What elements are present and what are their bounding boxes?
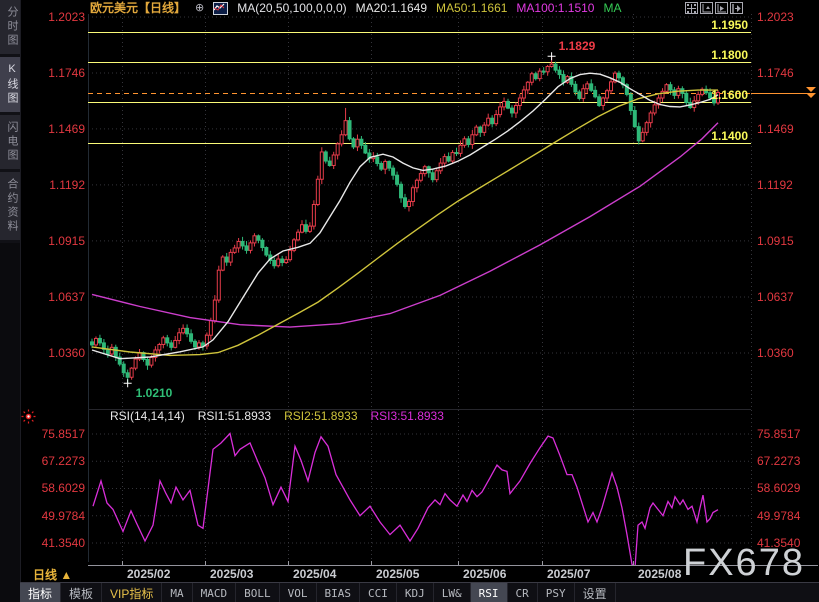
crosshair-pan-icon[interactable] xyxy=(685,2,698,14)
chart-header: 欧元美元【日线】 ⊕ MA(20,50,100,0,0,0) MA20:1.16… xyxy=(90,1,621,15)
date-label-6: 2025/07 xyxy=(547,567,590,581)
toolbar-tab-LW&[interactable]: LW& xyxy=(434,583,471,602)
price-tick-right-2: 1.1746 xyxy=(757,66,817,80)
price-tick-right-4: 1.1192 xyxy=(757,178,817,192)
x-axis-tick-7 xyxy=(633,561,634,565)
date-label-2: 2025/03 xyxy=(210,567,253,581)
x-axis-tick-1 xyxy=(122,561,123,565)
level-label-1.1950: 1.1950 xyxy=(648,18,748,32)
date-label-5: 2025/06 xyxy=(463,567,506,581)
ma-value-1: MA20:1.1649 xyxy=(356,1,427,15)
ma-value-3: MA100:1.1510 xyxy=(516,1,594,15)
toolbar-tab-PSY[interactable]: PSY xyxy=(538,583,575,602)
sidebar: 分时图K线图闪电图合约资料 xyxy=(0,0,21,602)
price-tick-right-5: 1.0915 xyxy=(757,234,817,248)
toolbar-tab-指标[interactable]: 指标 xyxy=(20,583,61,602)
price-tick-left-6: 1.0637 xyxy=(26,290,85,304)
rsi-value-2: RSI2:51.8933 xyxy=(284,409,357,424)
rsi-tick-right-3: 58.6029 xyxy=(757,481,817,495)
high-annotation: 1.1829 xyxy=(559,39,596,53)
sidebar-item-1[interactable]: 分时图 xyxy=(0,0,20,57)
toolbar-tab-VOL[interactable]: VOL xyxy=(280,583,317,602)
toolbar-tab-VIP指标[interactable]: VIP指标 xyxy=(102,583,162,602)
x-axis-tick-4 xyxy=(371,561,372,565)
price-tick-left-2: 1.1746 xyxy=(26,66,85,80)
ma-readouts: MA20:1.1649 MA50:1.1661 MA100:1.1510 MA xyxy=(356,1,622,15)
x-axis-tick-6 xyxy=(542,561,543,565)
x-axis-tick-2 xyxy=(205,561,206,565)
price-tick-right-3: 1.1469 xyxy=(757,122,817,136)
ma-indicator-icon[interactable] xyxy=(213,2,228,15)
chart-window: 分时图K线图闪电图合约资料 欧元美元【日线】 ⊕ MA(20,50,100,0,… xyxy=(0,0,819,602)
date-label-7: 2025/08 xyxy=(638,567,681,581)
date-label-3: 2025/04 xyxy=(293,567,336,581)
rsi-tick-right-1: 75.8517 xyxy=(757,427,817,441)
price-tick-right-6: 1.0637 xyxy=(757,290,817,304)
price-tick-right-7: 1.0360 xyxy=(757,346,817,360)
price-tick-left-1: 1.2023 xyxy=(26,10,85,24)
price-tick-left-7: 1.0360 xyxy=(26,346,85,360)
x-axis-tick-5 xyxy=(458,561,459,565)
rsi-value-3: RSI3:51.8933 xyxy=(371,409,444,424)
rsi-tick-right-4: 49.9784 xyxy=(757,509,817,523)
x-axis-zoom-icon[interactable] xyxy=(715,2,728,14)
date-label-1: 2025/02 xyxy=(127,567,170,581)
rsi-tick-left-3: 58.6029 xyxy=(26,481,85,495)
chart-toolbar-icons xyxy=(685,2,743,14)
rsi-value-1: RSI1:51.8933 xyxy=(198,409,271,424)
ma-formula: MA(20,50,100,0,0,0) xyxy=(237,1,346,15)
price-tick-left-3: 1.1469 xyxy=(26,122,85,136)
level-label-1.1600: 1.1600 xyxy=(648,88,748,102)
circle-plus-icon[interactable]: ⊕ xyxy=(195,1,204,15)
toolbar-tab-RSI[interactable]: RSI xyxy=(471,583,508,602)
toolbar-tab-模板[interactable]: 模板 xyxy=(61,583,102,602)
level-label-1.1800: 1.1800 xyxy=(648,48,748,62)
rsi-tick-left-2: 67.2273 xyxy=(26,454,85,468)
rsi-formula: RSI(14,14,14) xyxy=(110,409,185,424)
toolbar-tab-CR[interactable]: CR xyxy=(508,583,538,602)
toolbar-tab-设置[interactable]: 设置 xyxy=(575,583,616,602)
toolbar-tab-KDJ[interactable]: KDJ xyxy=(397,583,434,602)
price-tick-left-4: 1.1192 xyxy=(26,178,85,192)
toolbar-tab-BOLL[interactable]: BOLL xyxy=(236,583,280,602)
rsi-tick-right-2: 67.2273 xyxy=(757,454,817,468)
price-marker-icon xyxy=(806,87,816,99)
price-tick-right-1: 1.2023 xyxy=(757,10,817,24)
low-annotation: 1.0210 xyxy=(136,386,173,400)
ma-value-4: MA xyxy=(603,1,621,15)
rsi-tick-left-1: 75.8517 xyxy=(26,427,85,441)
sidebar-item-3[interactable]: 闪电图 xyxy=(0,115,20,172)
rsi-hot-icon[interactable] xyxy=(21,409,36,424)
toolbar-tab-MACD[interactable]: MACD xyxy=(193,583,237,602)
level-label-1.1400: 1.1400 xyxy=(648,129,748,143)
rsi-readouts: RSI1:51.8933 RSI2:51.8933 RSI3:51.8933 xyxy=(198,409,444,424)
rsi-header: RSI(14,14,14) RSI1:51.8933RSI2:51.8933RS… xyxy=(110,409,444,424)
y-axis-zoom-icon[interactable] xyxy=(700,2,713,14)
price-tick-left-5: 1.0915 xyxy=(26,234,85,248)
x-axis-tick-3 xyxy=(288,561,289,565)
toolbar-tab-CCI[interactable]: CCI xyxy=(360,583,397,602)
sidebar-item-2[interactable]: K线图 xyxy=(0,57,20,115)
sidebar-item-4[interactable]: 合约资料 xyxy=(0,172,20,243)
toolbar-tab-MA[interactable]: MA xyxy=(162,583,192,602)
indicator-toolbar: 指标模板VIP指标MAMACDBOLLVOLBIASCCIKDJLW&RSICR… xyxy=(20,582,819,602)
period-selector[interactable]: 日线 ▲ xyxy=(33,566,72,583)
exit-chart-icon[interactable] xyxy=(730,2,743,14)
toolbar-tab-BIAS[interactable]: BIAS xyxy=(317,583,361,602)
ma-value-2: MA50:1.1661 xyxy=(436,1,507,15)
rsi-tick-left-4: 49.9784 xyxy=(26,509,85,523)
watermark: FX678 xyxy=(683,542,805,585)
rsi-tick-left-5: 41.3540 xyxy=(26,536,85,550)
date-label-4: 2025/05 xyxy=(376,567,419,581)
symbol-title: 欧元美元【日线】 xyxy=(90,1,186,15)
